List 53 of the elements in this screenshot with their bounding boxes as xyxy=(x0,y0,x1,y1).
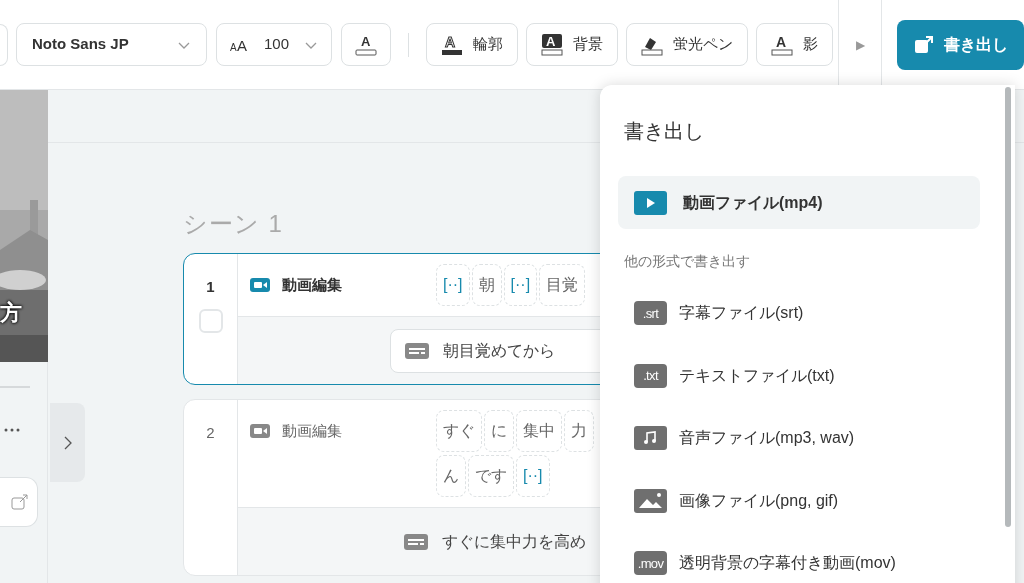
style-button[interactable]: A 輪郭 xyxy=(426,23,518,66)
external-link-icon xyxy=(11,494,29,510)
text-color-button[interactable]: A xyxy=(341,23,391,66)
word-chip[interactable]: すぐ xyxy=(436,410,482,452)
subtitle-field[interactable]: 朝目覚めてから xyxy=(390,328,600,373)
caption-text: 方 xyxy=(0,299,22,327)
row-number: 2 xyxy=(206,423,215,443)
format-badge: .mov xyxy=(634,551,667,576)
word-chip[interactable]: 力 xyxy=(564,410,594,452)
pause-chip[interactable]: [··] xyxy=(516,455,550,497)
font-size-select[interactable]: AA 100 xyxy=(216,23,332,66)
image-icon xyxy=(634,488,667,513)
word-chip[interactable]: 朝 xyxy=(471,264,502,306)
style-button[interactable]: 蛍光ペン xyxy=(626,23,748,66)
scrollbar[interactable] xyxy=(1005,87,1011,527)
export-option[interactable]: .srt 字幕ファイル(srt) xyxy=(618,282,980,345)
word-chip[interactable]: 目覚 xyxy=(539,264,586,306)
export-button[interactable]: 書き出し xyxy=(897,19,1024,70)
export-option[interactable]: 動画ファイル(mp4) xyxy=(618,176,980,229)
font-select[interactable]: Noto Sans JP xyxy=(16,23,207,66)
subtitle-icon xyxy=(404,533,428,550)
video-camera-icon xyxy=(250,278,270,292)
subtitle-icon xyxy=(405,342,429,359)
section-label: 他の形式で書き出す xyxy=(624,252,751,271)
pause-chip[interactable]: [··] xyxy=(503,264,538,306)
row-number: 1 xyxy=(206,277,215,297)
format-badge: .txt xyxy=(634,363,667,388)
row-checkbox[interactable] xyxy=(198,308,223,333)
scene-title: シーン 1 xyxy=(183,209,284,239)
clip-type-label: 動画編集 xyxy=(282,420,342,441)
more-icon xyxy=(4,428,20,432)
export-option[interactable]: .mov 透明背景の字幕付き動画(mov) xyxy=(618,532,980,583)
export-option[interactable]: .txt テキストファイル(txt) xyxy=(618,344,980,407)
word-chip[interactable]: 集中 xyxy=(516,410,562,452)
font-size-icon: AA xyxy=(230,37,250,52)
export-option[interactable]: 画像ファイル(png, gif) xyxy=(618,469,980,532)
video-camera-icon xyxy=(250,424,270,438)
word-chip[interactable]: です xyxy=(468,455,514,497)
style-button[interactable]: A 影 xyxy=(756,23,833,66)
collapse-handle[interactable] xyxy=(50,403,85,482)
clip-type-label: 動画編集 xyxy=(282,274,342,295)
chevron-right-icon xyxy=(63,435,72,450)
export-option[interactable]: 音声ファイル(mp3, wav) xyxy=(618,407,980,470)
pause-chip[interactable]: [··] xyxy=(436,264,470,306)
open-external-button[interactable] xyxy=(0,477,38,527)
music-note-icon xyxy=(634,426,667,451)
format-badge: .srt xyxy=(634,301,667,326)
external-link-icon xyxy=(913,34,934,55)
play-icon xyxy=(634,190,667,215)
word-chip[interactable]: ん xyxy=(436,455,466,497)
menu-title: 書き出し xyxy=(624,119,705,144)
style-button[interactable]: A 背景 xyxy=(526,23,618,66)
word-chip[interactable]: に xyxy=(484,410,514,452)
